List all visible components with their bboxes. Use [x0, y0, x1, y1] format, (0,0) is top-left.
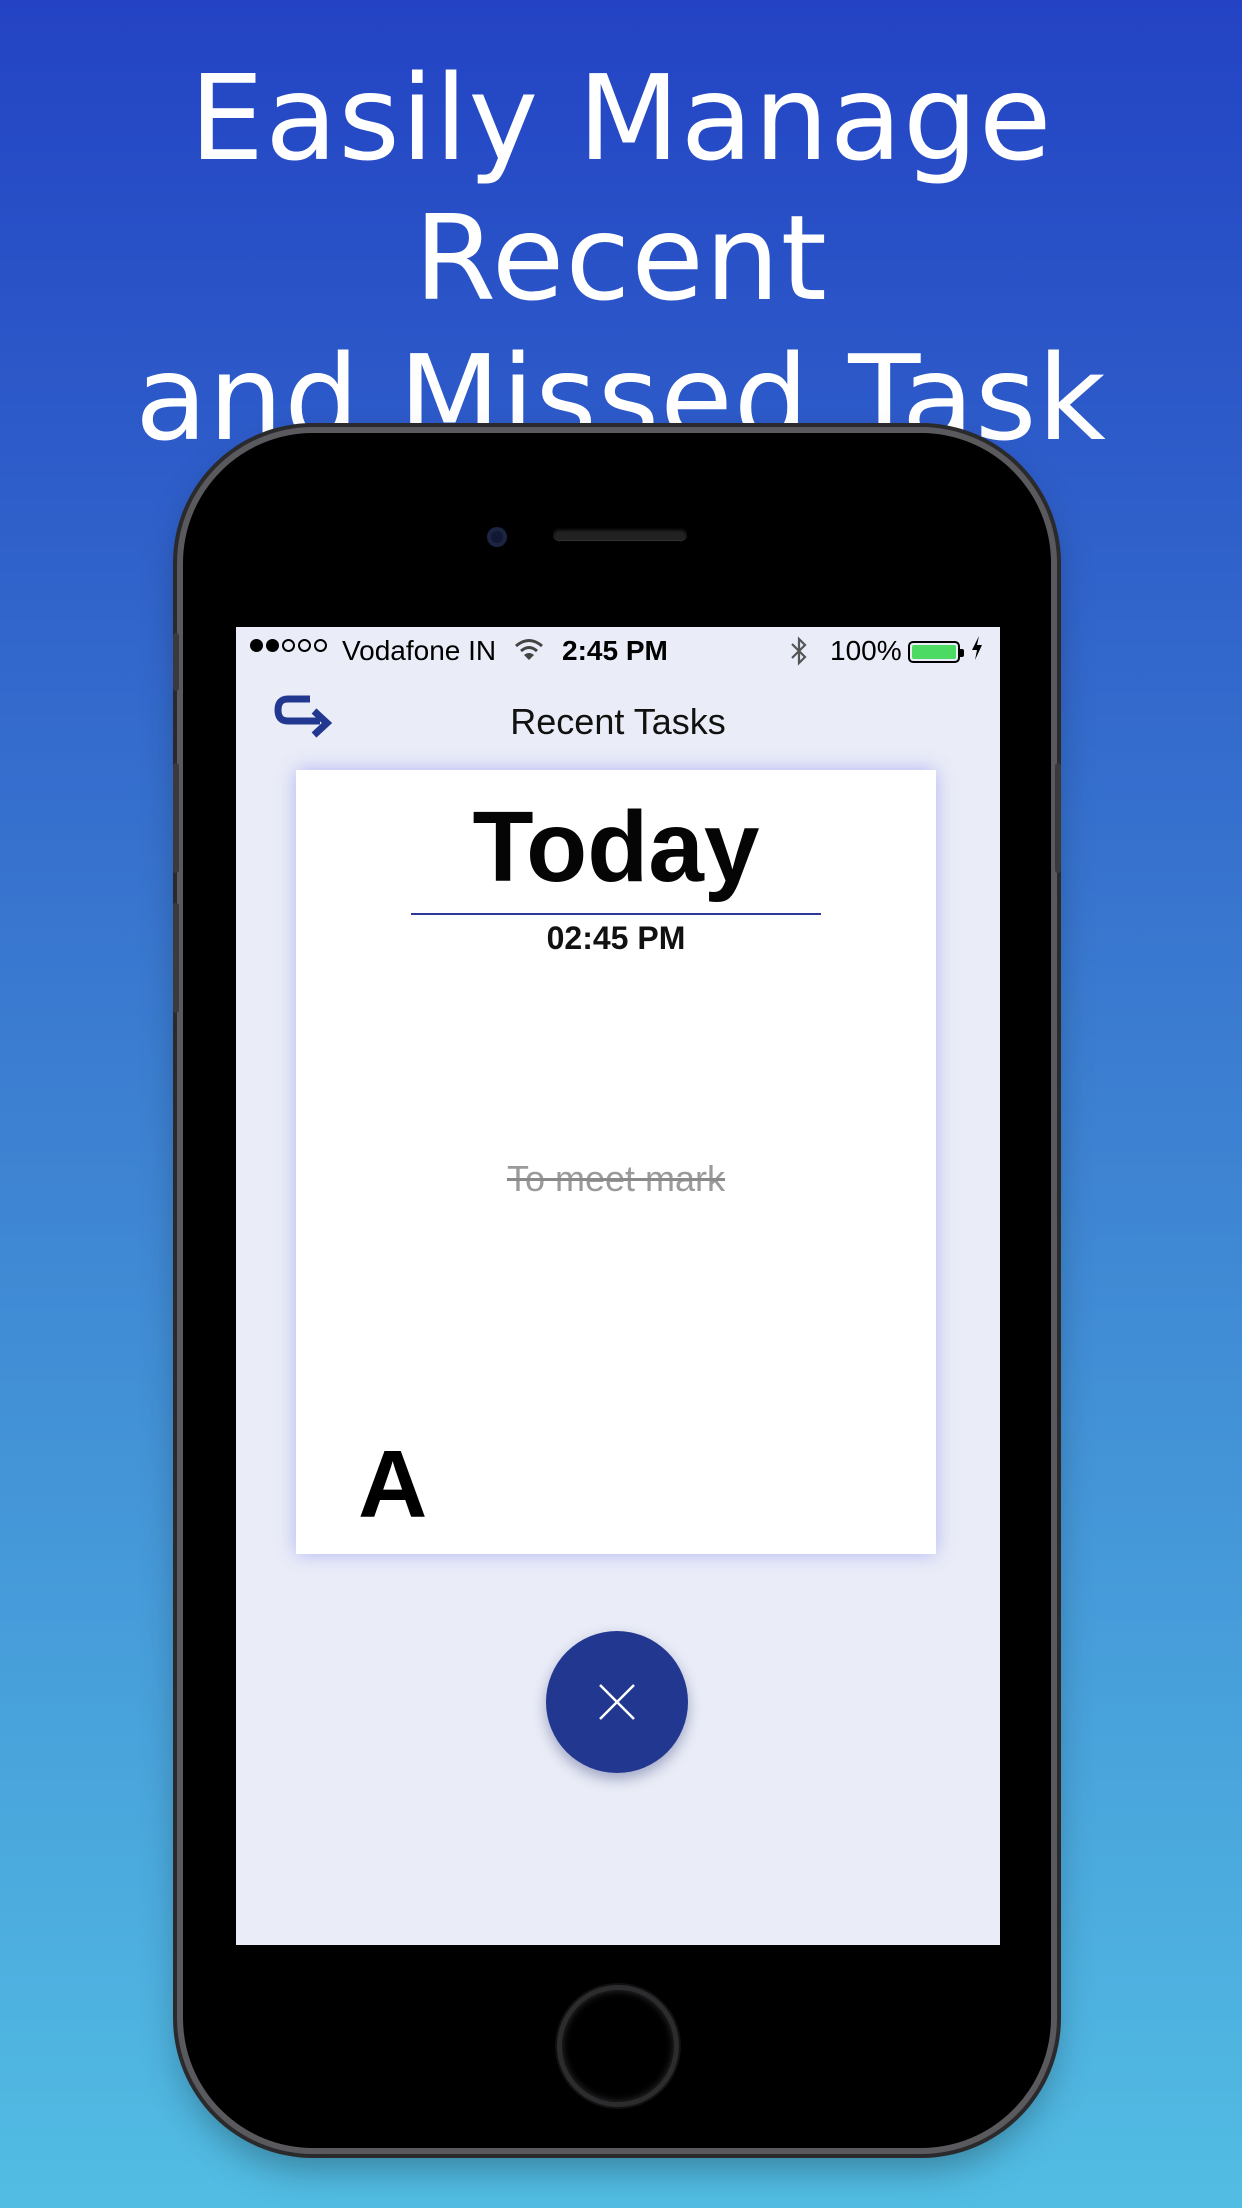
headline-line-1: Easily Manage Recent: [189, 49, 1053, 327]
task-card[interactable]: Today 02:45 PM To meet mark A: [296, 770, 936, 1554]
task-title: To meet mark: [506, 1158, 726, 1199]
volume-up-button: [173, 763, 179, 873]
close-button[interactable]: [546, 1631, 688, 1773]
promo-headline: Easily Manage Recent and Missed Task: [0, 48, 1242, 468]
divider: [411, 913, 821, 915]
signal-strength-icon: [250, 639, 327, 652]
page-title: Recent Tasks: [510, 701, 726, 742]
bluetooth-icon: [788, 635, 810, 674]
task-label: A: [358, 1431, 428, 1538]
home-button[interactable]: [557, 1985, 679, 2107]
charging-icon: [970, 635, 984, 668]
status-time: 2:45 PM: [562, 635, 668, 666]
mute-switch: [173, 633, 179, 691]
carrier-name: Vodafone IN: [342, 635, 497, 666]
close-icon: [599, 1684, 635, 1720]
earpiece-speaker: [553, 528, 687, 540]
wifi-icon: [514, 637, 544, 670]
front-camera: [487, 527, 507, 547]
status-bar: Vodafone IN 2:45 PM 100%: [236, 627, 1000, 677]
app-screen: Vodafone IN 2:45 PM 100% Recent Tasks To…: [236, 627, 1000, 1945]
task-time: 02:45 PM: [546, 920, 686, 956]
volume-down-button: [173, 903, 179, 1013]
battery-icon: [908, 641, 964, 663]
power-button: [1055, 763, 1061, 873]
battery-percentage: 100%: [830, 635, 902, 666]
task-day: Today: [472, 791, 760, 903]
navigation-bar: Recent Tasks: [236, 677, 1000, 767]
